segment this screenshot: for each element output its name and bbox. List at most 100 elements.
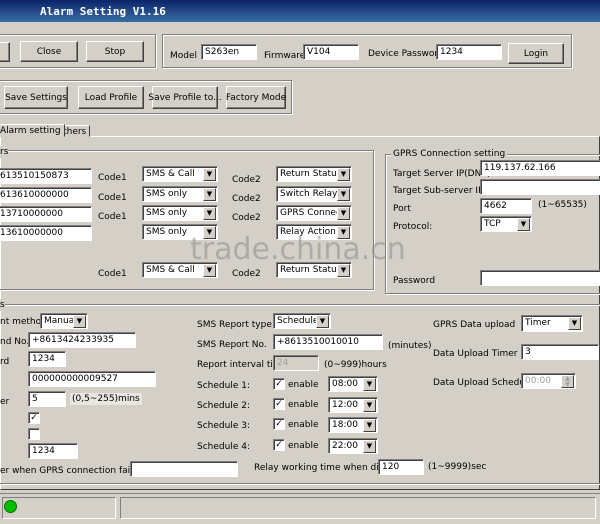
target-subserver-label: Target Sub-server IP(D <box>393 186 494 196</box>
protocol-value: TCP <box>484 219 501 229</box>
gprs-upload-label: GPRS Data upload <box>433 320 516 330</box>
report-password-label: rd <box>0 357 10 367</box>
code2-value: GPRS Connect <box>280 208 345 218</box>
load-profile-button[interactable]: Load Profile <box>78 86 144 109</box>
device-password-input[interactable]: 1234 <box>436 44 502 60</box>
chevron-down-icon: ▼ <box>203 188 216 201</box>
gprs-failure-label: er when GPRS connection failure <box>0 466 148 476</box>
chevron-down-icon: ▼ <box>203 168 216 181</box>
port-input[interactable]: 4662 <box>480 198 532 214</box>
report-method-select[interactable]: Manual ▼ <box>40 313 88 329</box>
relay-time-label: Relay working time when dial-in <box>254 463 399 473</box>
port-label: Port <box>393 204 411 214</box>
option-checkbox-2[interactable] <box>28 428 40 440</box>
chevron-down-icon: ▼ <box>73 315 86 328</box>
code1-select[interactable]: SMS only ▼ <box>142 205 218 221</box>
chevron-down-icon: ▼ <box>363 378 376 391</box>
extra-password-input[interactable]: 1234 <box>28 443 78 459</box>
gprs-upload-select[interactable]: Timer ▼ <box>521 315 583 332</box>
code1-value: SMS only <box>146 227 188 237</box>
report-password-input[interactable]: 1234 <box>28 351 66 367</box>
status-led-icon <box>4 500 17 513</box>
code1-value: SMS & Call <box>146 265 195 275</box>
code2-value: Switch Relay <box>280 189 338 199</box>
device-id-input[interactable]: 000000000009527 <box>28 371 156 387</box>
firmware-field: V104 <box>303 44 359 60</box>
code2-label: Code2 <box>232 213 261 223</box>
code2-label: Code2 <box>232 194 261 204</box>
phone-number-3[interactable]: 13710000000 <box>0 206 92 222</box>
relay-time-input[interactable]: 120 <box>378 459 424 475</box>
schedule-1-enable: enable <box>288 380 319 390</box>
gprs-failure-input[interactable] <box>130 461 238 477</box>
code2-select[interactable]: Return Status S ▼ <box>276 166 352 182</box>
target-server-input[interactable]: 119.137.62.166 <box>480 160 600 176</box>
gprs-upload-value: Timer <box>525 318 551 328</box>
report-interval-input[interactable]: 24 <box>273 355 319 371</box>
schedule-4-checkbox[interactable]: ✓ <box>273 439 285 451</box>
schedule-3-time[interactable]: 18:00 ▼ <box>328 417 378 433</box>
schedule-2-time-value: 12:00 <box>332 400 358 410</box>
phone-number-2[interactable]: 613610000000 <box>0 187 92 203</box>
save-profile-button[interactable]: Save Profile to... <box>148 86 222 109</box>
chevron-down-icon: ▼ <box>363 419 376 432</box>
firmware-label: Firmware <box>264 51 306 61</box>
status-panel-1 <box>2 497 116 519</box>
port-range-label: (1~65535) <box>538 200 587 210</box>
interval-input[interactable]: 5 <box>28 391 66 407</box>
target-subserver-input[interactable] <box>480 179 600 195</box>
chevron-down-icon: ▼ <box>363 399 376 412</box>
sms-report-no-label: SMS Report No. <box>197 340 267 350</box>
code2-label: Code2 <box>232 269 261 279</box>
upload-timer-input[interactable]: 3 <box>521 344 599 360</box>
model-field: S263en <box>201 44 257 60</box>
code1-value: SMS & Call <box>146 169 195 179</box>
chevron-down-icon: ▼ <box>337 207 350 220</box>
report-method-value: Manual <box>44 316 77 326</box>
schedule-2-time[interactable]: 12:00 ▼ <box>328 397 378 413</box>
code2-select[interactable]: GPRS Connect ▼ <box>276 205 352 221</box>
phone-number-4[interactable]: 13610000000 <box>0 225 92 241</box>
open-button[interactable] <box>0 42 10 62</box>
interval-label: er <box>0 397 10 407</box>
upload-schedule-value: 00:00 <box>525 376 551 386</box>
code2-label: Code2 <box>232 175 261 185</box>
factory-mode-button[interactable]: Factory Mode <box>226 86 286 109</box>
phone-number-1[interactable]: 613510150873 <box>0 168 92 184</box>
schedule-4-enable: enable <box>288 441 319 451</box>
protocol-select[interactable]: TCP ▼ <box>480 216 532 232</box>
schedule-1-time[interactable]: 08:00 ▼ <box>328 376 378 392</box>
schedule-1-time-value: 08:00 <box>332 379 358 389</box>
save-settings-button[interactable]: Save Settings <box>4 86 68 109</box>
code1-select[interactable]: SMS only ▼ <box>142 186 218 202</box>
device-password-label: Device Password <box>368 49 444 59</box>
schedule-3-time-value: 18:00 <box>332 420 358 430</box>
gprs-password-input[interactable] <box>480 270 600 286</box>
sms-report-no-input[interactable]: +8613510010010 <box>273 334 383 350</box>
schedule-2-enable: enable <box>288 400 319 410</box>
code1-select[interactable]: SMS & Call ▼ <box>142 166 218 182</box>
schedule-1-checkbox[interactable]: ✓ <box>273 378 285 390</box>
code1-value: SMS only <box>146 208 188 218</box>
gprs-password-label: Password <box>393 276 436 286</box>
report-interval-range: (0~999)hours <box>324 360 387 370</box>
schedule-2-checkbox[interactable]: ✓ <box>273 398 285 410</box>
code2-select[interactable]: Switch Relay ▼ <box>276 186 352 202</box>
chevron-down-icon: ▼ <box>363 440 376 453</box>
sms-report-type-select[interactable]: Schedule ▼ <box>273 313 331 329</box>
stop-button[interactable]: Stop <box>86 41 144 62</box>
send-no-label: nd No. <box>0 337 30 347</box>
target-server-label: Target Server IP(DNS) <box>393 169 491 179</box>
send-no-input[interactable]: +8613424233935 <box>28 332 136 348</box>
login-button[interactable]: Login <box>508 43 564 64</box>
window-title: Alarm Setting V1.16 <box>40 5 166 18</box>
upload-schedule-spinner[interactable]: 00:00 ▲ ▼ <box>521 373 576 389</box>
tab-alarm-setting[interactable]: Alarm setting <box>0 124 65 137</box>
option-checkbox-1[interactable]: ✓ <box>28 412 40 424</box>
code1-label: Code1 <box>98 269 127 279</box>
schedule-4-time[interactable]: 22:00 ▼ <box>328 438 378 454</box>
code1-label: Code1 <box>98 173 127 183</box>
schedule-3-checkbox[interactable]: ✓ <box>273 418 285 430</box>
close-button[interactable]: Close <box>20 41 78 62</box>
spinner-icon[interactable]: ▲ ▼ <box>561 375 574 388</box>
